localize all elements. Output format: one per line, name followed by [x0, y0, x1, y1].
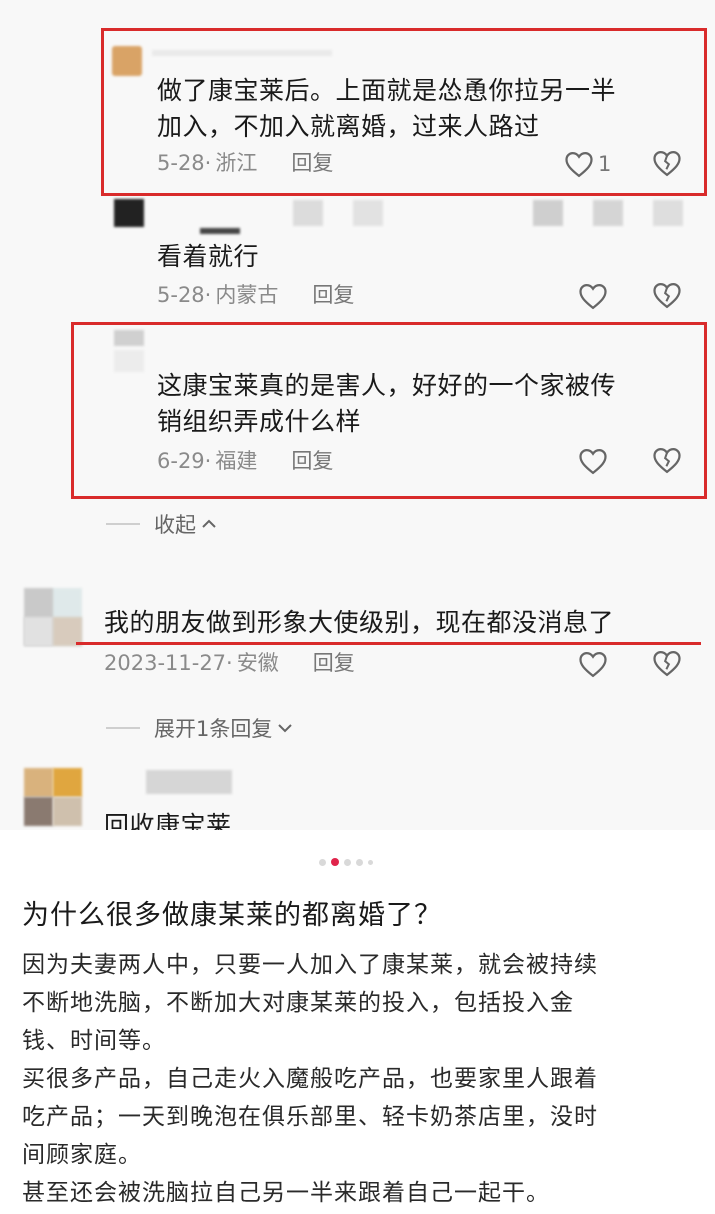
comment-text: 我的朋友做到形象大使级别，现在都没消息了	[104, 608, 615, 637]
blurred-placeholder	[53, 797, 82, 826]
carousel-dot[interactable]	[344, 858, 351, 866]
highlight-box	[101, 28, 707, 196]
comment-location: 内蒙古	[215, 283, 279, 307]
username-placeholder	[200, 228, 240, 234]
username-placeholder	[146, 770, 232, 794]
carousel-dot-active[interactable]	[331, 858, 339, 866]
carousel-dot[interactable]	[368, 859, 373, 865]
blurred-placeholder	[593, 200, 623, 226]
blurred-placeholder	[293, 200, 323, 226]
comment-text: 回收康宝莱	[104, 811, 232, 830]
answer-paragraph: 买很多产品，自己走火入魔般吃产品，也要家里人跟着 吃产品；一天到晚泡在俱乐部里、…	[22, 1066, 598, 1168]
reply-button[interactable]: 回复	[313, 649, 355, 677]
comment-screenshot: 做了康宝莱后。上面就是怂恿你拉另一半 加入，不加入就离婚，过来人路过 5-28 ·…	[0, 0, 715, 830]
broken-heart-icon	[653, 650, 681, 677]
comment-date: 5-28	[157, 283, 205, 307]
blurred-placeholder	[24, 617, 53, 646]
heart-icon	[579, 283, 607, 310]
collapse-label: 收起	[154, 513, 196, 537]
answer-paragraph: 因为夫妻两人中，只要一人加入了康某莱，就会被持续 不断地洗脑，不断加大对康某莱的…	[22, 952, 598, 1054]
blurred-placeholder	[24, 797, 53, 826]
blurred-placeholder	[53, 768, 82, 797]
blurred-placeholder	[653, 200, 683, 226]
blurred-placeholder	[533, 200, 563, 226]
highlight-box	[71, 322, 707, 499]
chevron-down-icon	[278, 724, 293, 733]
heart-icon	[579, 651, 607, 678]
dislike-button[interactable]	[652, 281, 682, 311]
like-button[interactable]	[578, 649, 608, 679]
avatar[interactable]	[24, 768, 53, 797]
divider	[106, 727, 140, 729]
comment-text: 看着就行	[157, 242, 260, 271]
comment-location: 安徽	[236, 651, 279, 675]
expand-replies-button[interactable]: 展开1条回复	[106, 713, 294, 743]
blurred-placeholder	[353, 200, 383, 226]
divider	[106, 523, 140, 525]
dislike-button[interactable]	[652, 649, 682, 679]
like-button[interactable]	[578, 281, 608, 311]
question-title: 为什么很多做康某莱的都离婚了？	[22, 900, 442, 931]
carousel-dot[interactable]	[356, 858, 363, 866]
avatar[interactable]	[114, 199, 144, 227]
chevron-up-icon	[202, 519, 216, 528]
carousel-dot[interactable]	[319, 858, 326, 866]
highlight-underline	[76, 642, 701, 645]
comment-meta: 2023-11-27 · 安徽 回复	[104, 649, 355, 677]
collapse-replies-button[interactable]: 收起	[106, 509, 218, 539]
comment-date: 2023-11-27	[104, 651, 227, 675]
answer-paragraph: 甚至还会被洗脑拉自己另一半来跟着自己一起干。	[22, 1180, 550, 1206]
carousel-indicator	[319, 858, 373, 866]
reply-button[interactable]: 回复	[312, 281, 354, 309]
comment-meta: 5-28 · 内蒙古 回复	[157, 281, 355, 309]
expand-label: 展开1条回复	[154, 717, 273, 741]
broken-heart-icon	[653, 282, 681, 309]
